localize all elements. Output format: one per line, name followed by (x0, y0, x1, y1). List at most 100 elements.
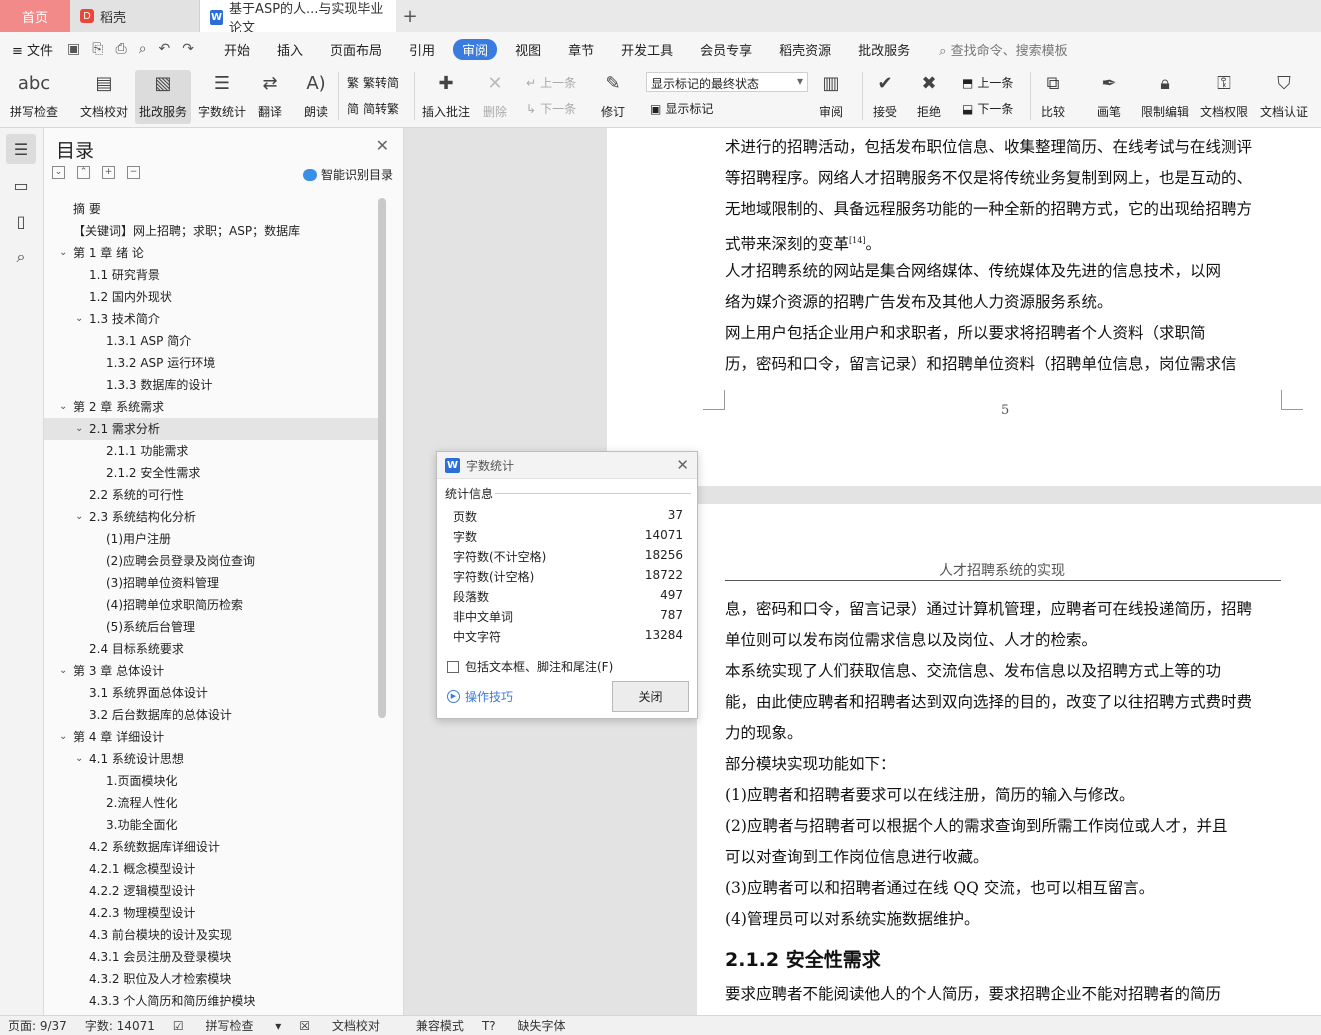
menu-developer[interactable]: 开发工具 (621, 40, 673, 59)
menu-reference[interactable]: 引用 (409, 40, 435, 59)
toc-item[interactable]: 4.2 系统数据库详细设计 (44, 836, 378, 858)
delete-comment-button[interactable]: ✕ 删除 (482, 70, 508, 120)
toc-item[interactable]: (2)应聘会员登录及岗位查询 (44, 550, 378, 572)
pen-button[interactable]: ✒ 画笔 (1096, 70, 1122, 120)
toc-item[interactable]: ⌄ 第 3 章 总体设计 (44, 660, 378, 682)
toc-item[interactable]: ⌄ 第 4 章 详细设计 (44, 726, 378, 748)
menu-review[interactable]: 审阅 (453, 38, 498, 60)
track-changes-button[interactable]: ✎ 修订 (600, 70, 626, 120)
preview-icon[interactable]: ⌕ (139, 41, 147, 57)
expand-all-icon[interactable]: ⌃ (77, 166, 90, 179)
nav-pane-icon[interactable]: ▭ (6, 170, 36, 200)
next-comment-button[interactable]: ↳ 下一条 (526, 100, 576, 117)
toc-item[interactable]: 4.3.1 会员注册及登录模块 (44, 946, 378, 968)
dialog-close-icon[interactable]: ✕ (676, 456, 689, 474)
chevron-down-icon[interactable]: ⌄ (59, 726, 67, 748)
toc-item[interactable]: 4.2.3 物理模型设计 (44, 902, 378, 924)
chevron-down-icon[interactable]: ⌄ (75, 418, 83, 440)
tab-daoke[interactable]: D 稻壳 (70, 0, 200, 32)
toc-close-icon[interactable]: ✕ (376, 136, 389, 155)
toc-item[interactable]: 4.3.3 个人简历和简历维护模块 (44, 990, 378, 1008)
redo-icon[interactable]: ↷ (182, 41, 194, 57)
remove-level-icon[interactable]: − (127, 166, 140, 179)
toc-item[interactable]: 1.2 国内外现状 (44, 286, 378, 308)
toc-item[interactable]: 1.3.3 数据库的设计 (44, 374, 378, 396)
toc-item[interactable]: ⌄ 第 1 章 绪 论 (44, 242, 378, 264)
save-icon[interactable]: ▣ (67, 41, 80, 57)
review-pane-button[interactable]: ▥ 审阅 (818, 70, 844, 120)
spell-check-button[interactable]: abc 拼写检查 (10, 70, 58, 120)
toc-item[interactable]: 3.1 系统界面总体设计 (44, 682, 378, 704)
toc-item[interactable]: 4.3.2 职位及人才检索模块 (44, 968, 378, 990)
toc-item[interactable]: 3.功能全面化 (44, 814, 378, 836)
doc-rights-button[interactable]: ⚿ 文档权限 (1200, 70, 1248, 120)
toc-item[interactable]: 2.流程人性化 (44, 792, 378, 814)
chevron-down-icon[interactable]: ⌄ (75, 506, 83, 528)
menu-section[interactable]: 章节 (568, 40, 594, 59)
prev-change-button[interactable]: ⬒ 上一条 (962, 74, 1013, 91)
word-count-button[interactable]: ☰ 字数统计 (198, 70, 246, 120)
file-menu[interactable]: ≡ 文件 (12, 40, 53, 59)
citation[interactable]: [14] (849, 236, 865, 245)
show-markup-button[interactable]: ▣ 显示标记 (650, 100, 713, 117)
toc-item[interactable]: 2.2 系统的可行性 (44, 484, 378, 506)
chevron-down-icon[interactable]: ⌄ (75, 308, 83, 330)
bookmark-icon[interactable]: ▯ (6, 206, 36, 236)
toc-item[interactable]: (1)用户注册 (44, 528, 378, 550)
dialog-titlebar[interactable]: W 字数统计 (437, 452, 697, 479)
toc-item[interactable]: 2.4 目标系统要求 (44, 638, 378, 660)
reject-button[interactable]: ✖ 拒绝 (916, 70, 942, 120)
toc-item[interactable]: (3)招聘单位资料管理 (44, 572, 378, 594)
tips-link[interactable]: ▶ 操作技巧 (447, 688, 513, 705)
compare-button[interactable]: ⧉ 比较 (1040, 70, 1066, 120)
toc-item[interactable]: ⌄ 4.1 系统设计思想 (44, 748, 378, 770)
toc-item[interactable]: (4)招聘单位求职简历检索 (44, 594, 378, 616)
toc-item[interactable]: 4.3 前台模块的设计及实现 (44, 924, 378, 946)
toc-panel-icon[interactable]: ☰ (6, 134, 36, 164)
status-proofread[interactable]: ☒ 文档校对 (299, 1017, 398, 1034)
status-spell-check[interactable]: ☑ 拼写检查 ▾ (173, 1017, 281, 1034)
chevron-down-icon[interactable]: ⌄ (75, 748, 83, 770)
command-search[interactable]: ⌕ 查找命令、搜索模板 (939, 40, 1067, 59)
smart-toc-button[interactable]: 智能识别目录 (302, 166, 393, 183)
markup-state-select[interactable]: 显示标记的最终状态 (646, 72, 808, 92)
accept-button[interactable]: ✔ 接受 (872, 70, 898, 120)
chevron-down-icon[interactable]: ⌄ (59, 660, 67, 682)
toc-item[interactable]: 1.3.1 ASP 简介 (44, 330, 378, 352)
chevron-down-icon[interactable]: ⌄ (59, 242, 67, 264)
menu-start[interactable]: 开始 (224, 40, 250, 59)
simp-to-trad-button[interactable]: 简简转繁 (347, 100, 399, 117)
insert-comment-button[interactable]: ✚ 插入批注 (422, 70, 470, 120)
include-textbox-checkbox[interactable]: 包括文本框、脚注和尾注(F) (447, 658, 613, 675)
prev-comment-button[interactable]: ↵ 上一条 (526, 74, 576, 91)
print-icon[interactable]: ⎙ (115, 41, 126, 57)
status-words[interactable]: 字数: 14071 (85, 1017, 155, 1034)
menu-view[interactable]: 视图 (515, 40, 541, 59)
status-page[interactable]: 页面: 9/37 (8, 1017, 67, 1034)
doc-certify-button[interactable]: ⛉ 文档认证 (1260, 70, 1308, 120)
toc-item[interactable]: ⌄ 2.3 系统结构化分析 (44, 506, 378, 528)
find-icon[interactable]: ⌕ (6, 242, 36, 272)
toc-item[interactable]: 1.1 研究背景 (44, 264, 378, 286)
menu-insert[interactable]: 插入 (277, 40, 303, 59)
add-level-icon[interactable]: + (102, 166, 115, 179)
new-tab-button[interactable]: + (396, 0, 424, 32)
toc-item[interactable]: 2.1.1 功能需求 (44, 440, 378, 462)
toc-item[interactable]: ⌄ 1.3 技术简介 (44, 308, 378, 330)
next-change-button[interactable]: ⬓ 下一条 (962, 100, 1013, 117)
toc-item[interactable]: 1.页面模块化 (44, 770, 378, 792)
toc-scrollbar[interactable] (378, 198, 386, 718)
menu-member[interactable]: 会员专享 (700, 40, 752, 59)
toc-item[interactable]: 4.2.1 概念模型设计 (44, 858, 378, 880)
toc-item[interactable]: 1.3.2 ASP 运行环境 (44, 352, 378, 374)
toc-item[interactable]: 2.1.2 安全性需求 (44, 462, 378, 484)
export-icon[interactable]: ⎘ (92, 41, 103, 57)
toc-item[interactable]: 3.2 后台数据库的总体设计 (44, 704, 378, 726)
toc-item[interactable]: 4.2.2 逻辑模型设计 (44, 880, 378, 902)
toc-item[interactable]: 【关键词】网上招聘；求职；ASP；数据库 (44, 220, 378, 242)
status-missing-font[interactable]: T? 缺失字体 (482, 1017, 584, 1034)
toc-item[interactable]: ⌄ 2.1 需求分析 (44, 418, 378, 440)
chevron-down-icon[interactable]: ⌄ (59, 396, 67, 418)
collapse-all-icon[interactable]: ⌄ (52, 166, 65, 179)
tab-document[interactable]: W 基于ASP的人...与实现毕业论文 (200, 0, 396, 36)
